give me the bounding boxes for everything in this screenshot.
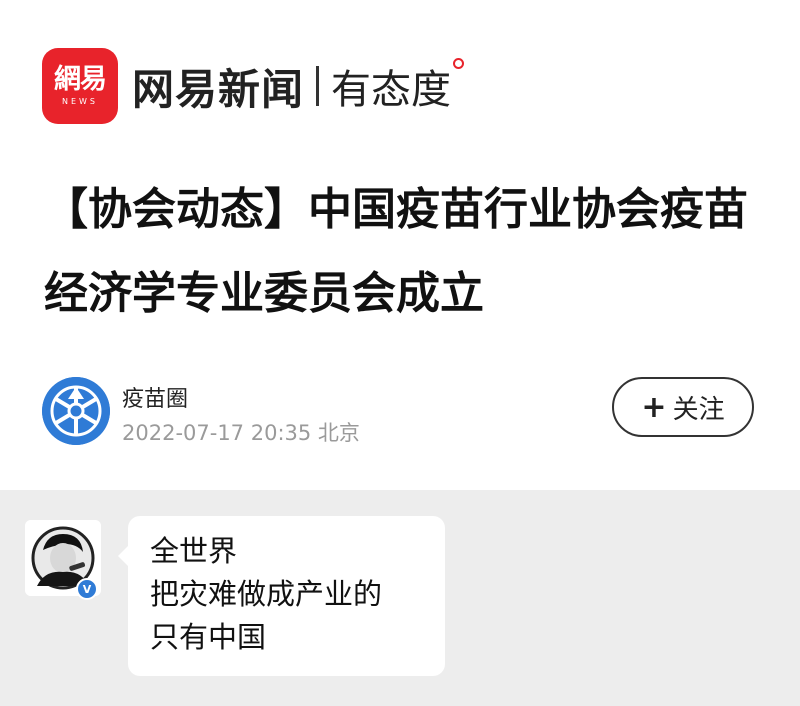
- netease-news-logo: 網易 NEWS: [42, 48, 118, 124]
- bubble-line: 只有中国: [150, 620, 267, 654]
- follow-button[interactable]: + 关注: [612, 377, 754, 437]
- logo-text-cn: 網易: [54, 64, 107, 95]
- chat-area: 全世界 把灾难做成产业的 只有中国: [0, 490, 800, 706]
- source-row: 疫苗圈 2022-07-17 20:35 北京 + 关注: [42, 373, 758, 453]
- plus-icon: +: [641, 389, 667, 425]
- logo-text-en: NEWS: [61, 97, 99, 106]
- brand-slogan: 有态度: [331, 67, 452, 113]
- vaccine-circle-logo-icon: [42, 377, 110, 445]
- source-name[interactable]: 疫苗圈: [122, 381, 188, 413]
- brand-name: 网易新闻: [132, 64, 305, 114]
- source-avatar[interactable]: [42, 377, 110, 445]
- publish-meta: 2022-07-17 20:35 北京: [122, 421, 360, 445]
- bubble-tail: [118, 546, 128, 566]
- follow-label: 关注: [672, 394, 725, 425]
- brand-bar: 網易 NEWS 网易新闻 有态度: [42, 48, 465, 124]
- bubble-line: 全世界: [150, 534, 238, 568]
- brand-divider: [316, 66, 320, 106]
- article-title: 【协会动态】中国疫苗行业协会疫苗经济学专业委员会成立: [44, 184, 748, 319]
- chat-bubble[interactable]: 全世界 把灾难做成产业的 只有中国: [118, 516, 445, 676]
- verified-badge-icon: V: [76, 578, 98, 600]
- degree-mark-icon: [453, 58, 465, 69]
- bubble-line: 把灾难做成产业的: [150, 577, 383, 611]
